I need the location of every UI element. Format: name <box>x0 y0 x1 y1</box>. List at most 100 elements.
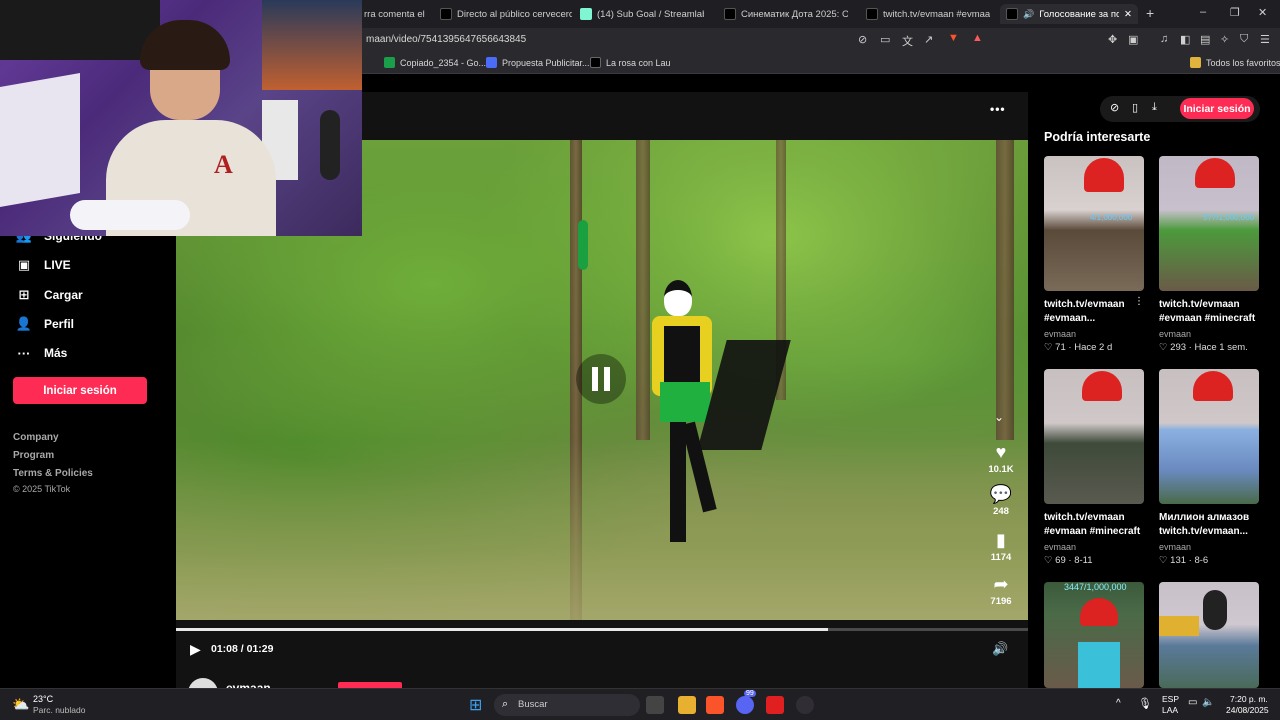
all-favorites[interactable]: Todos los favoritos <box>1190 57 1280 68</box>
share-arrow-icon: ➦ <box>993 574 1009 594</box>
card-author: evmaan <box>1044 329 1077 339</box>
comment-count: 248 <box>993 506 1009 517</box>
footer-company[interactable]: Company <box>13 432 59 443</box>
speaker-icon[interactable]: 🔈 <box>1202 697 1214 708</box>
nav-profile[interactable]: 👤 Perfil <box>16 316 74 332</box>
keyboard-layout[interactable]: LAA <box>1162 705 1178 715</box>
like-button[interactable]: ♥ 10.1K <box>986 442 1016 475</box>
task-view-icon[interactable] <box>646 696 664 714</box>
bookmark-la-rosa[interactable]: La rosa con Lau <box>590 57 671 68</box>
streaming-app-icon[interactable] <box>766 696 784 714</box>
new-tab-icon[interactable]: + <box>1146 5 1154 21</box>
plus-square-icon: ⊞ <box>18 287 30 302</box>
windows-start-icon[interactable]: ⊞ <box>469 695 482 715</box>
file-explorer-icon[interactable] <box>678 696 696 714</box>
suggestion-card[interactable]: 3447/1,000,000 <box>1044 582 1144 688</box>
tab-active[interactable]: 🔊 Голосование за побед ✕ <box>1000 4 1138 24</box>
brave-rewards-icon[interactable]: ▲ <box>972 32 983 44</box>
clock-time[interactable]: 7:20 p. m. <box>1230 694 1268 704</box>
obs-icon[interactable] <box>796 696 814 714</box>
chevron-up-icon[interactable]: ^ <box>1116 698 1121 709</box>
microphone-icon[interactable]: 🎙 <box>1138 697 1152 710</box>
media-icon[interactable]: ♫ <box>1160 33 1168 45</box>
card-likes: 69 <box>1055 555 1066 566</box>
tiktok-icon <box>440 8 452 20</box>
tab-label: rra comenta el p <box>364 8 426 20</box>
clock-date[interactable]: 24/08/2025 <box>1226 705 1269 715</box>
compass-icon[interactable]: ⊘ <box>1110 101 1119 114</box>
more-options-icon[interactable]: ••• <box>990 102 1006 116</box>
login-button-left[interactable]: Iniciar sesión <box>13 377 147 404</box>
suggestion-card[interactable]: Миллион алмазов twitch.tv/evmaan... evma… <box>1159 369 1259 566</box>
share-button[interactable]: ➦ 7196 <box>986 574 1016 607</box>
suggestion-card[interactable]: 4/1,000,000 twitch.tv/evmaan #evmaan... … <box>1044 156 1144 353</box>
brave-shield-icon[interactable]: ▼ <box>948 32 959 44</box>
figure-skirt <box>660 382 710 422</box>
minimize-icon[interactable]: – <box>1200 6 1206 18</box>
vpn-icon[interactable]: ⛉ <box>1240 33 1248 46</box>
volume-icon[interactable]: 🔊 <box>992 641 1008 657</box>
extensions-icon[interactable]: ✥ <box>1108 33 1117 46</box>
comment-button[interactable]: 💬 248 <box>986 484 1016 517</box>
bookmark-copiado[interactable]: Copiado_2354 - Go... <box>384 57 486 68</box>
progress-bar[interactable] <box>176 628 1028 631</box>
download-icon[interactable]: ⤓ <box>1152 101 1157 114</box>
heart-outline-icon: ♡ <box>1044 555 1053 566</box>
share-icon[interactable]: ↗ <box>924 33 933 46</box>
card-likes: 71 <box>1055 342 1066 353</box>
live-tv-icon: ▣ <box>17 257 31 272</box>
tab-4[interactable]: Синематик Дота 2025: Обнов <box>724 4 848 24</box>
more-vertical-icon[interactable]: ⋮ <box>1134 296 1144 307</box>
streamlabs-icon <box>580 8 592 20</box>
card-meta: ♡ 71 · Hace 2 d <box>1044 342 1113 353</box>
language-code[interactable]: ESP <box>1162 694 1179 704</box>
leo-ai-icon[interactable]: ✧ <box>1220 33 1229 46</box>
close-window-icon[interactable]: ✕ <box>1258 6 1267 19</box>
pause-button[interactable] <box>576 354 626 404</box>
close-tab-icon[interactable]: ✕ <box>1124 9 1132 20</box>
menu-icon[interactable]: ☰ <box>1260 33 1270 46</box>
url-text[interactable]: maan/video/7541395647656643845 <box>366 34 526 45</box>
sidebar-icon[interactable]: ◧ <box>1180 33 1190 46</box>
network-icon[interactable]: ▭ <box>1188 697 1197 708</box>
suggestion-card[interactable]: twitch.tv/evmaan #evmaan #minecraft evma… <box>1044 369 1144 566</box>
screenshot-icon[interactable]: ▣ <box>1128 33 1138 46</box>
suggestion-card[interactable] <box>1159 582 1259 688</box>
brave-icon[interactable] <box>706 696 724 714</box>
footer-program[interactable]: Program <box>13 450 54 461</box>
tab-5[interactable]: twitch.tv/evmaan #evmaan #mi <box>866 4 990 24</box>
tab-2[interactable]: Directo al público cervecero 🍺 <box>440 4 572 24</box>
video-thumbnail: 3447/1,000,000 <box>1044 582 1144 688</box>
play-icon[interactable]: ▶ <box>190 641 201 658</box>
reader-icon[interactable]: ⊘ <box>858 33 867 46</box>
thumbnail-overlay: 3447/1,000,000 <box>1064 582 1127 592</box>
chevron-down-icon[interactable]: ⌄ <box>994 410 1004 424</box>
tab-1[interactable]: rra comenta el p <box>364 4 426 24</box>
bookmark-propuesta[interactable]: Propuesta Publicitar... <box>486 57 590 68</box>
weather-temp[interactable]: 23°C <box>33 694 53 704</box>
nav-more[interactable]: ··· Más <box>16 345 68 361</box>
maximize-icon[interactable]: ❐ <box>1230 6 1240 19</box>
weather-desc[interactable]: Parc. nublado <box>33 705 85 715</box>
more-dots-icon: ··· <box>17 345 31 361</box>
drive-icon <box>384 57 395 68</box>
time-display: 01:08 / 01:29 <box>211 643 274 655</box>
tab-3[interactable]: (14) Sub Goal / Streamlabs <box>580 4 704 24</box>
save-button[interactable]: ▮ 1174 <box>986 530 1016 563</box>
wallet-icon[interactable]: ▤ <box>1200 33 1210 46</box>
search-label: Buscar <box>518 699 548 710</box>
nav-live[interactable]: ▣ LIVE <box>16 257 71 273</box>
suggestion-card[interactable]: 577/1,000,000 twitch.tv/evmaan #evmaan #… <box>1159 156 1259 353</box>
taskbar-search[interactable]: ⌕ Buscar <box>494 694 640 716</box>
search-icon: ⌕ <box>502 698 509 710</box>
nav-upload[interactable]: ⊞ Cargar <box>16 287 83 303</box>
phone-icon[interactable]: ▯ <box>1132 101 1138 114</box>
translate-icon[interactable]: 文 <box>902 33 913 49</box>
pause-bar <box>604 367 610 391</box>
discord-icon[interactable]: 99 <box>736 690 756 714</box>
login-button-right[interactable]: Iniciar sesión <box>1180 98 1254 119</box>
video-thumbnail: 4/1,000,000 <box>1044 156 1144 291</box>
cast-icon[interactable]: ▭ <box>880 33 890 46</box>
tiktok-icon <box>590 57 601 68</box>
footer-terms[interactable]: Terms & Policies <box>13 468 93 479</box>
